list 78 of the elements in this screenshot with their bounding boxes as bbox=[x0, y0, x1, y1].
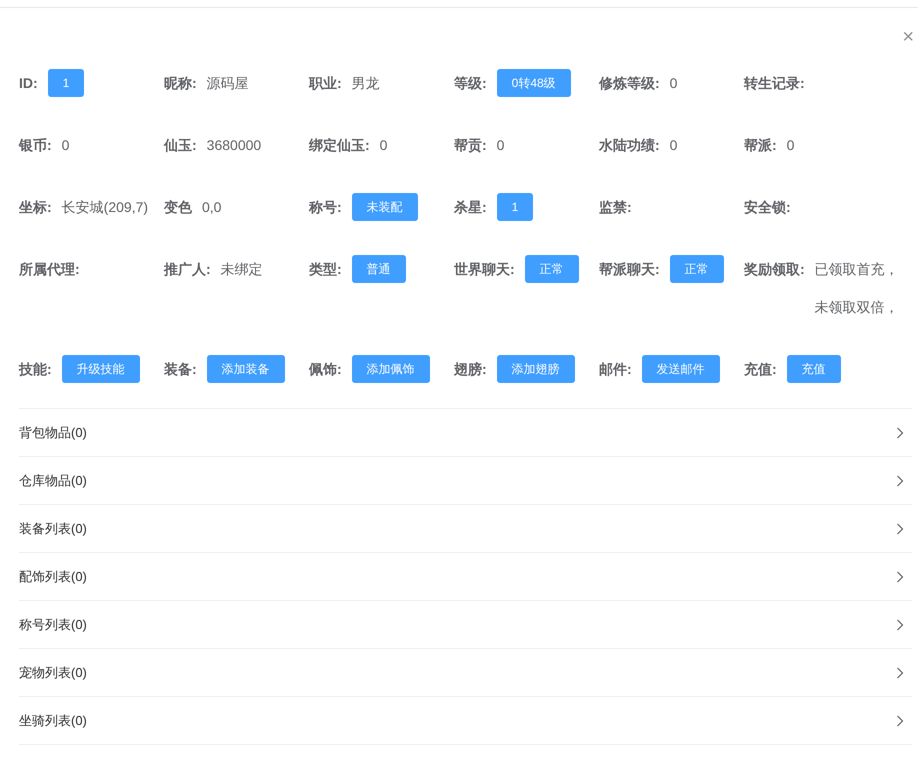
field-label: 绑定仙玉: bbox=[309, 136, 370, 155]
collapse-header[interactable]: 宠物列表(0) bbox=[19, 649, 912, 697]
action-button[interactable]: 添加装备 bbox=[206, 355, 285, 383]
field-label: 技能: bbox=[19, 360, 52, 379]
field-label: 安全锁: bbox=[744, 198, 791, 217]
chevron-icon bbox=[896, 426, 904, 438]
field-label: 转生记录: bbox=[744, 74, 805, 93]
action-button[interactable]: 充值 bbox=[786, 355, 841, 383]
action-button[interactable]: 发送邮件 bbox=[642, 355, 720, 383]
field-value: 0 bbox=[670, 74, 678, 93]
field-label: 杀星: bbox=[454, 198, 487, 217]
field-label: 仙玉: bbox=[164, 136, 197, 155]
chevron-icon bbox=[896, 618, 904, 630]
action-button[interactable]: 未装配 bbox=[352, 193, 418, 221]
field-label: 变色 bbox=[164, 198, 192, 217]
close-button[interactable]: × bbox=[902, 26, 914, 46]
field-label: 装备: bbox=[164, 360, 197, 379]
field-label: 修炼等级: bbox=[599, 74, 660, 93]
field-value: 0 bbox=[62, 136, 70, 155]
field-label: 类型: bbox=[309, 260, 342, 279]
field-label: 所属代理: bbox=[19, 260, 80, 279]
field-label: 邮件: bbox=[599, 360, 632, 379]
field-value: 3680000 bbox=[206, 136, 262, 155]
action-button[interactable]: 升级技能 bbox=[62, 355, 140, 383]
field-label: 世界聊天: bbox=[454, 260, 515, 279]
section-title: 宠物列表(0) bbox=[19, 664, 87, 682]
field-value: 0,0 bbox=[202, 198, 222, 217]
field-label: 推广人: bbox=[164, 260, 211, 279]
field-value: 0 bbox=[496, 136, 504, 155]
field-label: 帮派聊天: bbox=[599, 260, 660, 279]
field-label: 奖励领取: bbox=[744, 260, 805, 279]
action-button[interactable]: 0转48级 bbox=[496, 69, 571, 97]
chevron-icon bbox=[896, 714, 904, 726]
field-value: 未绑定 bbox=[220, 260, 263, 279]
action-button[interactable]: 1 bbox=[48, 69, 84, 97]
section-title: 装备列表(0) bbox=[19, 520, 87, 538]
field-value: 0 bbox=[786, 136, 794, 155]
field-label: 昵称: bbox=[164, 74, 197, 93]
action-button[interactable]: 1 bbox=[496, 193, 534, 221]
action-button[interactable]: 正常 bbox=[670, 255, 724, 283]
field-label: ID: bbox=[19, 74, 38, 93]
chevron-icon bbox=[896, 570, 904, 582]
field-value: 源码屋 bbox=[206, 74, 249, 93]
field-label: 银币: bbox=[19, 136, 52, 155]
field-label: 水陆功绩: bbox=[599, 136, 660, 155]
field-label: 称号: bbox=[309, 198, 342, 217]
section-title: 背包物品(0) bbox=[19, 424, 87, 442]
field-value: 男龙 bbox=[352, 74, 380, 93]
field-value: 0 bbox=[670, 136, 678, 155]
field-label: 帮派: bbox=[744, 136, 777, 155]
section-title: 配饰列表(0) bbox=[19, 568, 87, 586]
chevron-icon bbox=[896, 666, 904, 678]
field-label: 充值: bbox=[744, 360, 777, 379]
section-title: 坐骑列表(0) bbox=[19, 712, 87, 730]
action-button[interactable]: 普通 bbox=[352, 255, 406, 283]
chevron-icon bbox=[896, 474, 904, 486]
field-label: 监禁: bbox=[599, 198, 632, 217]
field-value: 0 bbox=[380, 136, 388, 155]
section-title: 称号列表(0) bbox=[19, 616, 87, 634]
collapse-header[interactable]: 背包物品(0) bbox=[19, 409, 912, 457]
action-button[interactable]: 添加佩饰 bbox=[352, 355, 430, 383]
collapse-header[interactable]: 配饰列表(0) bbox=[19, 553, 912, 601]
field-label: 坐标: bbox=[19, 198, 52, 217]
action-button[interactable]: 添加翅膀 bbox=[496, 355, 575, 383]
field-label: 职业: bbox=[309, 74, 342, 93]
collapse-header[interactable]: 坐骑列表(0) bbox=[19, 697, 912, 745]
field-value: 已领取首充，未领取双倍， bbox=[814, 260, 900, 317]
field-value: 长安城(209,7) bbox=[62, 198, 148, 217]
field-label: 佩饰: bbox=[309, 360, 342, 379]
collapse-header[interactable]: 称号列表(0) bbox=[19, 601, 912, 649]
chevron-icon bbox=[896, 522, 904, 534]
field-label: 翅膀: bbox=[454, 360, 487, 379]
field-label: 等级: bbox=[454, 74, 487, 93]
collapse-header[interactable]: 装备列表(0) bbox=[19, 505, 912, 553]
field-label: 帮贡: bbox=[454, 136, 487, 155]
action-button[interactable]: 正常 bbox=[524, 255, 579, 283]
section-title: 仓库物品(0) bbox=[19, 472, 87, 490]
collapse-header[interactable]: 仓库物品(0) bbox=[19, 457, 912, 505]
